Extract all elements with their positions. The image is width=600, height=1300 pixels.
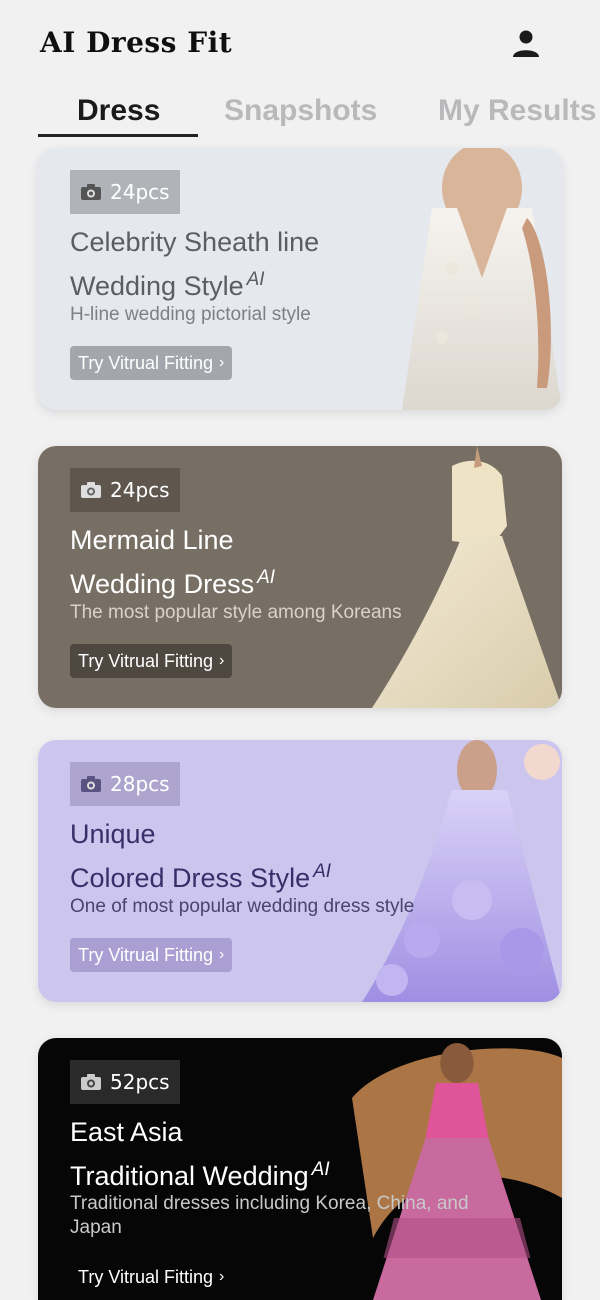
ai-label: AI bbox=[246, 269, 265, 290]
chevron-right-icon: › bbox=[219, 354, 225, 371]
try-button-label: Try Vitrual Fitting bbox=[78, 944, 214, 965]
card-title: Mermaid Line Wedding Dress AI bbox=[70, 522, 275, 603]
profile-button[interactable] bbox=[508, 26, 544, 62]
chevron-right-icon: › bbox=[219, 652, 225, 669]
dress-image-traditional bbox=[352, 1043, 562, 1300]
try-virtual-fitting-button[interactable]: Try Vitrual Fitting › bbox=[70, 1260, 232, 1294]
photo-count: 24pcs bbox=[110, 478, 170, 502]
camera-icon bbox=[81, 1074, 101, 1090]
photo-count-badge: 52pcs bbox=[70, 1060, 180, 1104]
tab-bar: Dress Snapshots My Results bbox=[0, 88, 600, 140]
dress-card-sheath[interactable]: 24pcs Celebrity Sheath line Wedding Styl… bbox=[38, 148, 562, 410]
try-button-label: Try Vitrual Fitting bbox=[78, 352, 214, 373]
card-subtitle: One of most popular wedding dress style bbox=[70, 896, 415, 917]
card-title-line1: Mermaid Line bbox=[70, 525, 234, 555]
try-virtual-fitting-button[interactable]: Try Vitrual Fitting › bbox=[70, 644, 233, 678]
chevron-right-icon: › bbox=[219, 946, 225, 963]
ai-label: AI bbox=[311, 1159, 330, 1180]
photo-count-badge: 24pcs bbox=[70, 468, 180, 512]
card-title-line1: Unique bbox=[70, 819, 156, 849]
chevron-right-icon: › bbox=[219, 1268, 225, 1285]
card-subtitle: The most popular style among Koreans bbox=[70, 602, 402, 623]
dress-image-colored bbox=[362, 740, 562, 1002]
card-title-line2: Wedding Style bbox=[70, 271, 244, 301]
dress-card-colored[interactable]: 28pcs Unique Colored Dress Style AI One o… bbox=[38, 740, 562, 1002]
card-title-line2: Traditional Wedding bbox=[70, 1161, 309, 1191]
photo-count-badge: 28pcs bbox=[70, 762, 180, 806]
ai-label: AI bbox=[257, 567, 276, 588]
app-header: AI Dress Fit bbox=[0, 0, 600, 90]
dress-card-mermaid[interactable]: 24pcs Mermaid Line Wedding Dress AI The m… bbox=[38, 446, 562, 708]
try-button-label: Try Vitrual Fitting bbox=[78, 1266, 214, 1287]
ai-label: AI bbox=[313, 861, 332, 882]
card-subtitle: H-line wedding pictorial style bbox=[70, 304, 311, 325]
app-title: AI Dress Fit bbox=[40, 26, 233, 59]
user-icon bbox=[513, 30, 539, 57]
dress-image-mermaid bbox=[372, 446, 562, 708]
tab-snapshots[interactable]: Snapshots bbox=[224, 94, 377, 128]
camera-icon bbox=[81, 184, 101, 200]
card-title-line1: Celebrity Sheath line bbox=[70, 227, 320, 257]
camera-icon bbox=[81, 776, 101, 792]
photo-count: 24pcs bbox=[110, 180, 170, 204]
card-title-line1: East Asia bbox=[70, 1117, 183, 1147]
card-title: Celebrity Sheath line Wedding Style AI bbox=[70, 224, 319, 305]
card-title-line2: Colored Dress Style bbox=[70, 863, 311, 893]
card-title-line2: Wedding Dress bbox=[70, 569, 255, 599]
card-title: Unique Colored Dress Style AI bbox=[70, 816, 331, 897]
photo-count-badge: 24pcs bbox=[70, 170, 180, 214]
tab-my-results[interactable]: My Results bbox=[438, 94, 596, 128]
photo-count: 28pcs bbox=[110, 772, 170, 796]
try-virtual-fitting-button[interactable]: Try Vitrual Fitting › bbox=[70, 938, 233, 972]
tab-dress[interactable]: Dress bbox=[77, 94, 160, 128]
card-title: East Asia Traditional Wedding AI bbox=[70, 1114, 330, 1195]
camera-icon bbox=[81, 482, 101, 498]
dress-card-traditional[interactable]: 52pcs East Asia Traditional Wedding AI Tr… bbox=[38, 1038, 562, 1300]
card-subtitle: Traditional dresses including Korea, Chi… bbox=[70, 1193, 469, 1238]
dress-image-sheath bbox=[402, 148, 562, 410]
try-button-label: Try Vitrual Fitting bbox=[78, 650, 214, 671]
try-virtual-fitting-button[interactable]: Try Vitrual Fitting › bbox=[70, 346, 233, 380]
active-tab-indicator bbox=[38, 134, 198, 137]
photo-count: 52pcs bbox=[110, 1070, 170, 1094]
